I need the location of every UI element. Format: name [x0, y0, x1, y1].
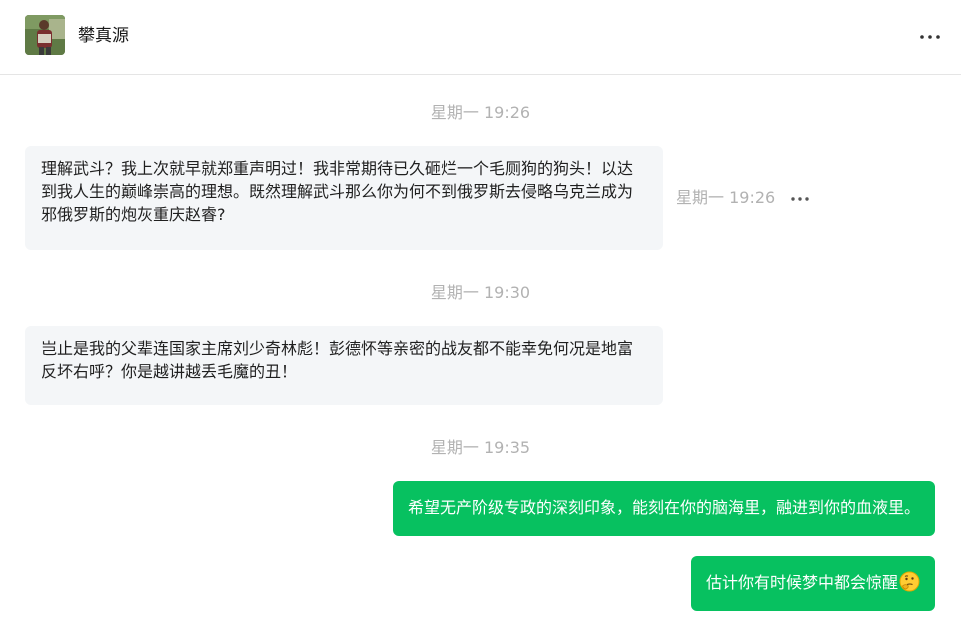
chat-header: 攀真源 [0, 0, 961, 75]
message-more-icon[interactable] [789, 193, 811, 205]
received-message-bubble[interactable]: 理解武斗？我上次就早就郑重声明过！我非常期待已久砸烂一个毛厕狗的狗头！以达到我人… [25, 146, 663, 250]
contact-avatar[interactable] [25, 15, 65, 55]
message-hover-time: 星期一 19:26 [676, 188, 776, 207]
sent-message-bubble[interactable]: 估计你有时候梦中都会惊醒 [690, 556, 935, 611]
received-message-bubble[interactable]: 岂止是我的父辈连国家主席刘少奇林彪！彭德怀等亲密的战友都不能幸免何况是地富反坏右… [25, 326, 663, 405]
message-text: 理解武斗？我上次就早就郑重声明过！我非常期待已久砸烂一个毛厕狗的狗头！以达到我人… [41, 159, 634, 224]
message-text: 估计你有时候梦中都会惊醒 [705, 573, 898, 592]
sent-message-bubble[interactable]: 希望无产阶级专政的深刻印象，能刻在你的脑海里，融进到你的血液里。 [392, 481, 935, 536]
message-timestamp: 星期一 19:26 [430, 103, 531, 122]
message-timestamp: 星期一 19:30 [430, 283, 531, 302]
thinking-face-emoji-icon [899, 571, 920, 592]
message-text: 岂止是我的父辈连国家主席刘少奇林彪！彭德怀等亲密的战友都不能幸免何况是地富反坏右… [41, 339, 634, 381]
contact-name: 攀真源 [78, 26, 129, 46]
message-timestamp: 星期一 19:35 [430, 438, 531, 457]
message-text: 希望无产阶级专政的深刻印象，能刻在你的脑海里，融进到你的血液里。 [407, 498, 920, 517]
more-horizontal-icon[interactable] [915, 25, 945, 49]
chat-window: 攀真源 星期一 19:26 理解武斗？我上次就早就郑重声明过！我非常期待已久砸烂… [0, 0, 961, 640]
